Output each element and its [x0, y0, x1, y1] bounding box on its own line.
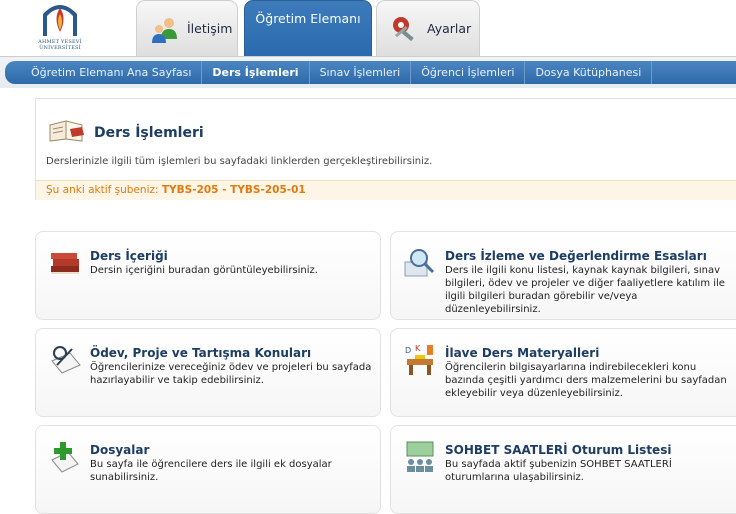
meeting-icon — [406, 441, 434, 472]
subnav-item-ders-islemleri[interactable]: Ders İşlemleri — [202, 61, 310, 84]
add-file-icon — [51, 442, 79, 473]
tab-label: İletişim — [187, 21, 233, 36]
contacts-icon — [152, 17, 177, 43]
pen-paper-icon — [51, 346, 81, 374]
card-ders-izleme[interactable]: Ders İzleme ve Değerlendirme Esasları De… — [390, 231, 736, 320]
card-sohbet-saatleri[interactable]: SOHBET SAATLERİ Oturum Listesi Bu sayfad… — [390, 425, 736, 514]
card-title: Ders İzleme ve Değerlendirme Esasları — [445, 249, 707, 263]
university-logo[interactable]: AHMET YESEVİ ÜNİVERSİTESİ — [28, 0, 92, 56]
subnav-item-sinav-islemleri[interactable]: Sınav İşlemleri — [310, 61, 412, 84]
svg-text:D: D — [405, 346, 411, 355]
open-book-icon — [49, 120, 84, 142]
active-sube-value: TYBS-205 - TYBS-205-01 — [161, 184, 306, 196]
subnav-item-dosya-kutuphanesi[interactable]: Dosya Kütüphanesi — [525, 61, 653, 84]
card-ilave-materyaller[interactable]: D K İlave Ders Materyalleri Öğrencilerin… — [390, 328, 736, 417]
subnav-item-ogrenci-islemleri[interactable]: Öğrenci İşlemleri — [411, 61, 526, 84]
card-title: Dosyalar — [90, 443, 150, 457]
card-odev-proje[interactable]: Ödev, Proje ve Tartışma Konuları Öğrenci… — [35, 328, 381, 417]
tab-ayarlar[interactable]: Ayarlar — [376, 0, 480, 56]
page-header-box: Ders İşlemleri Derslerinizle ilgili tüm … — [35, 98, 736, 200]
card-description: Bu sayfada aktif şubenizin SOHBET SAATLE… — [445, 459, 672, 483]
tab-label: Öğretim Elemanı — [255, 11, 361, 26]
magnifier-icon — [404, 249, 435, 277]
tab-label: Ayarlar — [427, 21, 472, 36]
card-description: Öğrencilerinize vereceğiniz ödev ve proj… — [90, 362, 372, 386]
card-title: SOHBET SAATLERİ Oturum Listesi — [445, 443, 672, 457]
card-description: Öğrencilerin bilgisayarlarına indirebile… — [445, 362, 727, 399]
card-title: İlave Ders Materyalleri — [445, 346, 600, 360]
logo-text: AHMET YESEVİ ÜNİVERSİTESİ — [38, 39, 82, 51]
sub-navigation: Öğretim Elemanı Ana Sayfası Ders İşlemle… — [0, 56, 736, 88]
settings-tools-icon — [393, 16, 414, 41]
desk-materials-icon: D K — [405, 344, 433, 375]
active-sube-label: Şu anki aktif şubeniz: — [46, 184, 162, 196]
tab-ogretim-elemani[interactable]: Öğretim Elemanı — [244, 0, 372, 56]
active-sube-bar: Şu anki aktif şubeniz: TYBS-205 - TYBS-2… — [36, 180, 736, 200]
card-description: Bu sayfa ile öğrencilere ders ile ilgili… — [90, 459, 332, 483]
subnav-item-ana-sayfa[interactable]: Öğretim Elemanı Ana Sayfası — [21, 61, 203, 84]
card-dosyalar[interactable]: Dosyalar Bu sayfa ile öğrencilere ders i… — [35, 425, 381, 514]
tab-iletisim[interactable]: İletişim — [136, 0, 238, 56]
card-description: Dersin içeriğini buradan görüntüleyebili… — [90, 265, 318, 276]
sub-navigation-bar: Öğretim Elemanı Ana Sayfası Ders İşlemle… — [5, 61, 736, 84]
header: AHMET YESEVİ ÜNİVERSİTESİ İletişim Öğret… — [0, 0, 736, 56]
card-title: Ders İçeriği — [90, 249, 168, 263]
card-ders-icerigi[interactable]: Ders İçeriği Dersin içeriğini buradan gö… — [35, 231, 381, 320]
page-title: Ders İşlemleri — [94, 125, 204, 141]
books-icon — [51, 253, 79, 274]
card-description: Ders ile ilgili konu listesi, kaynak kay… — [445, 265, 725, 315]
svg-text:K: K — [415, 344, 421, 353]
page-description: Derslerinizle ilgili tüm işlemleri bu sa… — [46, 156, 433, 167]
card-title: Ödev, Proje ve Tartışma Konuları — [90, 346, 312, 360]
